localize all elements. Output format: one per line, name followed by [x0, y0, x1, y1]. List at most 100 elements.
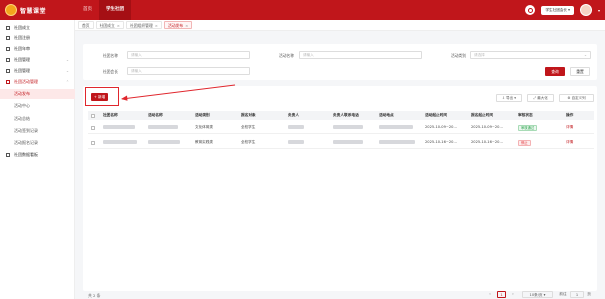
col-owner-phone: 负责人联系电话	[333, 113, 359, 117]
col-target: 报名对象	[241, 113, 256, 117]
activity-name-input[interactable]: 请输入	[299, 51, 422, 59]
custom-columns-label: 自定义列	[571, 96, 586, 100]
tab-label: 社团成立	[99, 23, 115, 28]
sidebar-subitem-publish[interactable]: 活动发布	[0, 89, 75, 99]
row-checkbox[interactable]	[91, 125, 95, 130]
select-all-checkbox[interactable]	[91, 113, 95, 118]
page-number[interactable]: 1	[497, 291, 506, 298]
topnav-student-club[interactable]: 学生社团	[99, 0, 131, 20]
col-actions: 操作	[566, 113, 574, 117]
sidebar-item-club-register[interactable]: 社团注册	[0, 33, 75, 43]
top-right-area: 学生社团会长 ▾ ▾	[525, 4, 600, 16]
grid-icon	[6, 153, 10, 157]
chevron-down-icon: ⌄	[65, 69, 69, 73]
next-page-button[interactable]: ›	[510, 291, 516, 298]
sidebar: 社团成立 社团注册 社团年审 社团管理 ⌄ 社团管理 ⌄ 社团活动管理 ⌃ 活动发布 …	[0, 20, 75, 299]
redacted-owner	[288, 136, 304, 149]
annotation-highlight-box	[85, 87, 119, 106]
grid-icon	[6, 26, 10, 30]
total-count: 共 2 条	[88, 293, 101, 298]
redacted-activity-name	[148, 136, 180, 149]
redacted-phone	[333, 136, 363, 149]
col-activity-period: 活动起止时间	[425, 113, 448, 117]
export-button[interactable]: ⇩ 导出 ▾	[496, 94, 522, 102]
activity-type-placeholder: 请选择	[474, 53, 485, 57]
detail-link[interactable]: 详情	[566, 136, 573, 149]
logo-emblem-icon	[5, 4, 17, 16]
grid-icon	[6, 69, 10, 73]
cell-activity-period: 2025-10-16~20...	[425, 140, 457, 144]
sidebar-item-label: 社团年审	[14, 46, 30, 51]
page-size-select[interactable]: 10条/页 ▾	[522, 291, 553, 298]
tab-home[interactable]: 首页	[78, 21, 94, 29]
sidebar-subitem-signin[interactable]: 活动签到记录	[0, 126, 75, 136]
club-leader-input[interactable]: 请输入	[127, 67, 250, 75]
row-checkbox[interactable]	[91, 140, 95, 145]
club-name-input[interactable]: 请输入	[127, 51, 250, 59]
sidebar-item-label: 社团成立	[14, 25, 30, 30]
redacted-location	[379, 121, 413, 134]
grid-icon	[6, 47, 10, 51]
close-icon[interactable]: ×	[155, 23, 158, 28]
query-button[interactable]: 查询	[545, 67, 565, 76]
top-nav: 首页 学生社团	[76, 0, 131, 20]
tab-club-org[interactable]: 社团组织管理 ×	[125, 21, 162, 29]
cell-activity-type: 文化体育类	[195, 125, 213, 129]
chevron-down-icon[interactable]: ▾	[598, 8, 600, 13]
export-label: 导出	[506, 96, 514, 100]
sidebar-subitem-summary[interactable]: 活动总结	[0, 114, 75, 124]
col-signup-period: 报名起止时间	[471, 113, 494, 117]
page-size-value: 10条/页	[529, 293, 543, 297]
close-icon[interactable]: ×	[117, 23, 120, 28]
page-suffix: 页	[587, 292, 591, 296]
reset-button[interactable]: 重置	[570, 67, 590, 76]
col-club-name: 社团名称	[103, 113, 118, 117]
sidebar-item-activity-manage[interactable]: 社团活动管理 ⌃	[0, 77, 75, 87]
fullscreen-label: 最大化	[537, 96, 548, 100]
chevron-down-icon: ⌄	[65, 58, 69, 62]
sidebar-item-club-manage-2[interactable]: 社团管理 ⌄	[0, 66, 75, 76]
redacted-club-name	[103, 121, 135, 134]
goto-input[interactable]: 1	[570, 291, 584, 298]
goto-label: 前往	[559, 292, 567, 296]
close-icon[interactable]: ×	[185, 23, 188, 28]
sidebar-item-label: 社团管理	[14, 68, 30, 73]
detail-link[interactable]: 详情	[566, 121, 573, 134]
topnav-home[interactable]: 首页	[76, 0, 99, 20]
sidebar-item-club-manage-1[interactable]: 社团管理 ⌄	[0, 55, 75, 65]
fullscreen-button[interactable]: ⤢ 最大化	[527, 94, 554, 102]
col-activity-type: 活动类别	[195, 113, 210, 117]
cell-activity-type: 教育实践类	[195, 140, 213, 144]
app-logo[interactable]: 智慧课堂	[5, 4, 46, 16]
sidebar-item-club-founding[interactable]: 社团成立	[0, 23, 75, 33]
col-location: 活动地点	[379, 113, 394, 117]
redacted-activity-name	[148, 121, 178, 134]
custom-columns-button[interactable]: ⚙ 自定义列	[559, 94, 594, 102]
search-icon[interactable]	[525, 5, 536, 15]
sidebar-item-label: 社团活动管理	[14, 79, 38, 84]
club-leader-label: 社团会长	[102, 69, 118, 74]
prev-page-button[interactable]: ‹	[487, 291, 493, 298]
sidebar-item-club-review[interactable]: 社团年审	[0, 44, 75, 54]
tab-club-founding[interactable]: 社团成立 ×	[95, 21, 124, 29]
sidebar-item-label: 社团管理	[14, 57, 30, 62]
tab-activity-publish[interactable]: 活动发布 ×	[163, 21, 193, 29]
sidebar-subitem-signup[interactable]: 活动报名记录	[0, 138, 75, 148]
grid-icon	[6, 36, 10, 40]
activity-type-select[interactable]: 请选择 ⌄	[470, 51, 591, 59]
sidebar-subitem-center[interactable]: 活动中心	[0, 101, 75, 111]
activity-name-label: 活动名称	[278, 53, 294, 58]
grid-icon	[6, 58, 10, 62]
role-select[interactable]: 学生社团会长 ▾	[541, 5, 574, 15]
redacted-location	[379, 136, 415, 149]
status-badge: 审核通过	[518, 124, 538, 131]
sidebar-item-label: 社团数据看板	[14, 152, 38, 157]
col-activity-name: 活动名称	[148, 113, 163, 117]
grid-icon	[6, 80, 10, 84]
avatar[interactable]	[579, 4, 592, 16]
chevron-down-icon: ⌄	[583, 53, 587, 57]
cell-signup-period: 2025-10-16~20...	[471, 140, 503, 144]
cell-target: 全校学生	[241, 140, 256, 144]
sidebar-item-dashboard[interactable]: 社团数据看板	[0, 150, 75, 160]
tab-strip: 首页 社团成立 × 社团组织管理 × 活动发布 ×	[75, 20, 605, 31]
